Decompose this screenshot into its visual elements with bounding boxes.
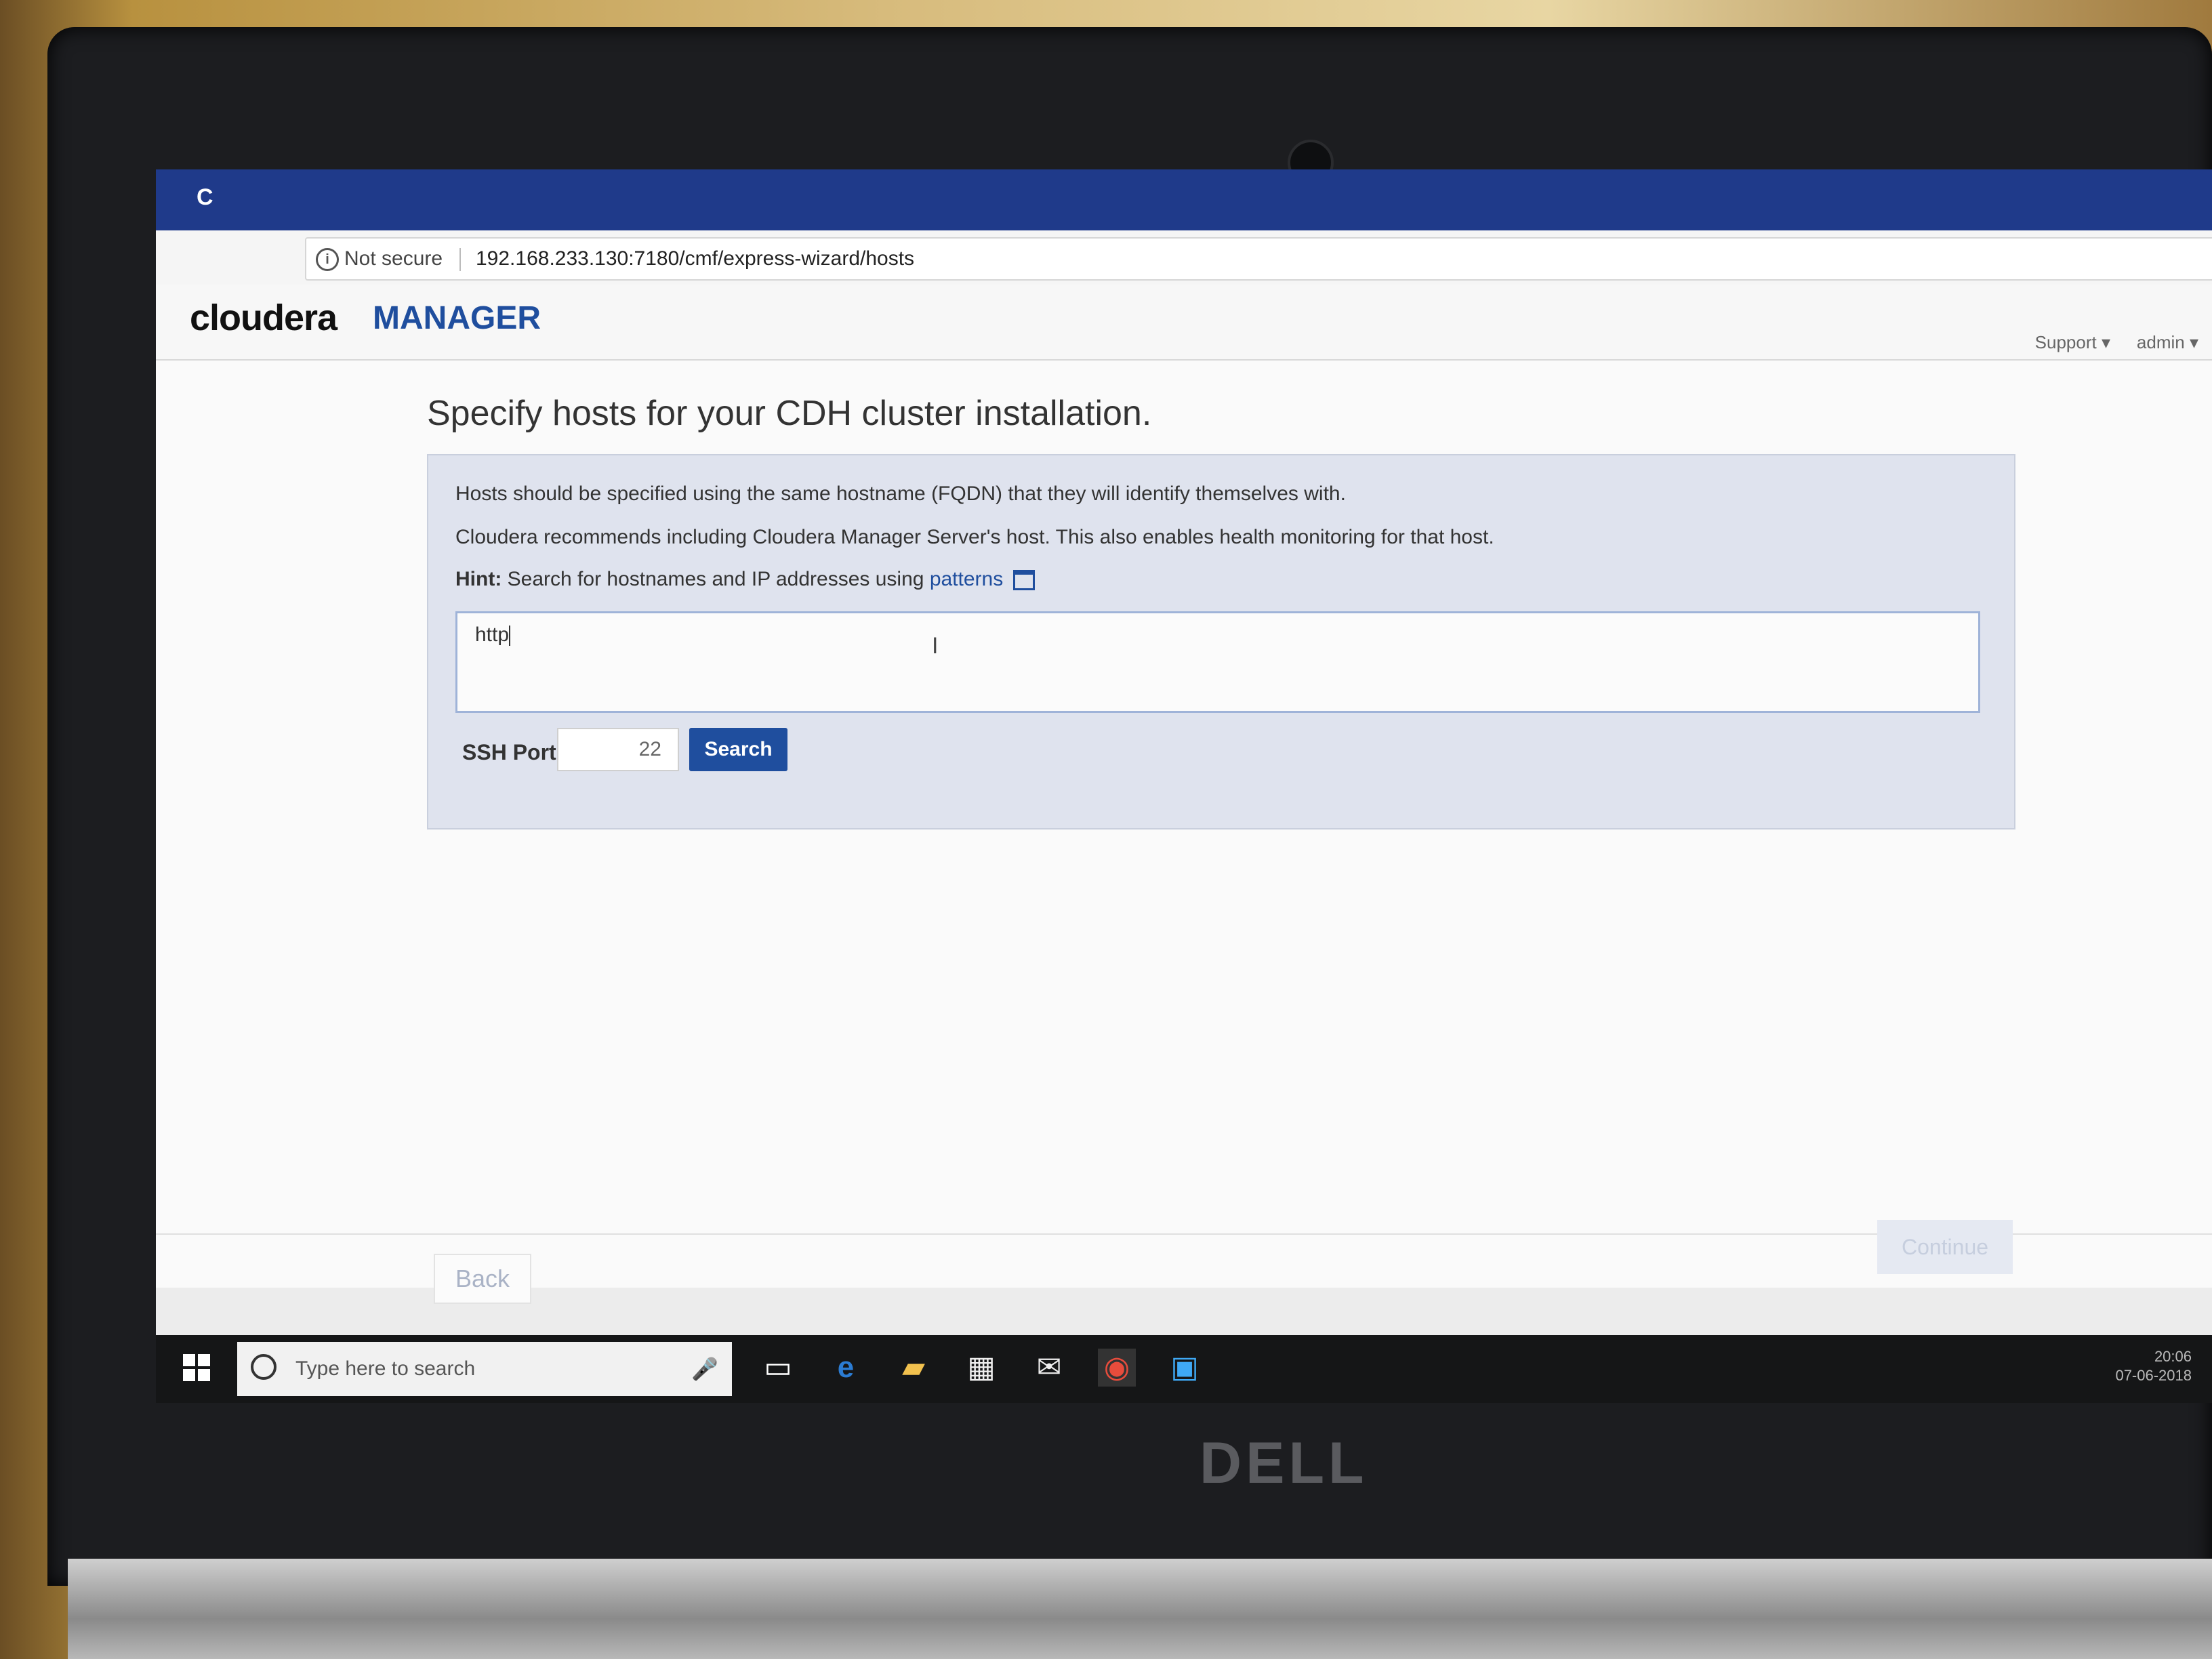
mail-icon[interactable]: ✉ (1030, 1349, 1068, 1387)
vmware-icon[interactable]: ▣ (1166, 1349, 1204, 1387)
windows-start-icon[interactable] (183, 1354, 210, 1381)
windows-taskbar: Type here to search 🎤 ▭ e ▰ ▦ ✉ ◉ ▣ 20:0… (156, 1335, 2212, 1403)
manager-logo[interactable]: MANAGER (373, 300, 541, 337)
admin-menu[interactable]: admin ▾ (2137, 332, 2198, 353)
taskbar-search-box[interactable]: Type here to search 🎤 (237, 1342, 732, 1396)
laptop-hinge (68, 1559, 2212, 1659)
cloudera-app: cloudera MANAGER Support ▾ admin ▾ Speci… (156, 285, 2212, 1304)
cloudera-logo[interactable]: cloudera (190, 297, 337, 339)
dell-logo: DELL (1200, 1431, 1368, 1496)
continue-button[interactable]: Continue (1877, 1220, 2013, 1274)
ssh-port-label: SSH Port: (462, 740, 564, 764)
back-button[interactable]: Back (434, 1254, 531, 1304)
browser-tab-bar: C (156, 169, 2212, 230)
info-line-fqdn: Hosts should be specified using the same… (455, 483, 1346, 505)
popup-window-icon[interactable] (1012, 570, 1035, 591)
omnibox[interactable]: i Not secure 192.168.233.130:7180/cmf/ex… (305, 237, 2212, 281)
hosts-panel: Hosts should be specified using the same… (427, 454, 2015, 830)
hint-text: Search for hostnames and IP addresses us… (507, 568, 924, 590)
info-line-recommend: Cloudera recommends including Cloudera M… (455, 526, 1494, 548)
hosts-textarea[interactable]: http I (455, 611, 1980, 713)
cortana-icon[interactable] (251, 1354, 276, 1380)
ibeam-cursor-icon: I (932, 633, 939, 659)
hint-label: Hint: (455, 568, 502, 590)
clock-time: 20:06 (2154, 1348, 2192, 1365)
screen: C i Not secure 192.168.233.130:7180/cmf/… (156, 169, 2212, 1403)
taskbar-search-placeholder: Type here to search (295, 1357, 476, 1380)
page-title: Specify hosts for your CDH cluster insta… (427, 394, 1152, 433)
url-text[interactable]: 192.168.233.130:7180/cmf/express-wizard/… (476, 239, 914, 279)
chrome-icon[interactable]: ◉ (1098, 1349, 1136, 1387)
support-menu[interactable]: Support ▾ (2035, 332, 2110, 353)
task-view-icon[interactable]: ▭ (759, 1349, 797, 1387)
microphone-icon[interactable]: 🎤 (691, 1342, 718, 1396)
info-icon[interactable]: i (316, 248, 339, 271)
ssh-port-input[interactable]: 22 (557, 728, 679, 771)
hosts-value: http (475, 623, 510, 646)
omnibox-divider (459, 248, 461, 271)
store-icon[interactable]: ▦ (962, 1349, 1000, 1387)
security-label[interactable]: Not secure (344, 239, 443, 279)
patterns-link[interactable]: patterns (930, 568, 1003, 590)
address-bar: i Not secure 192.168.233.130:7180/cmf/ex… (156, 230, 2212, 286)
app-header: cloudera MANAGER Support ▾ admin ▾ (156, 285, 2212, 361)
tab-favicon[interactable]: C (197, 184, 213, 211)
system-tray[interactable]: 20:06 07-06-2018 (2115, 1347, 2192, 1385)
edge-browser-icon[interactable]: e (827, 1349, 865, 1387)
search-button[interactable]: Search (689, 728, 787, 771)
hint-line: Hint: Search for hostnames and IP addres… (455, 568, 1035, 591)
text-cursor (509, 626, 511, 647)
clock-date: 07-06-2018 (2115, 1367, 2192, 1384)
file-explorer-icon[interactable]: ▰ (895, 1349, 933, 1387)
